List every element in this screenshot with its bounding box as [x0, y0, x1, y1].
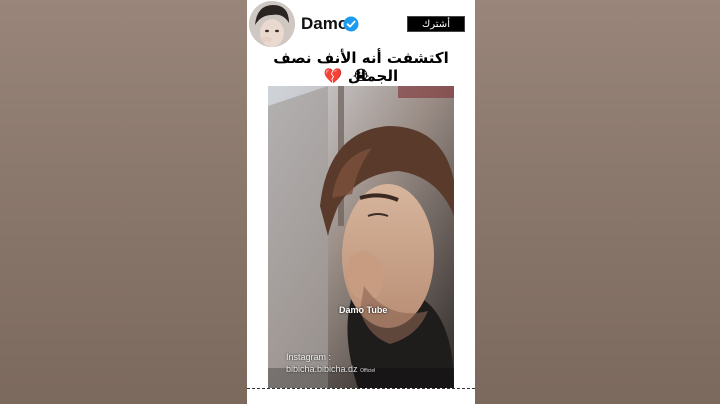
subscribe-button[interactable]: أشترك بالقناة	[407, 16, 465, 46]
instagram-handle-text: bibicha.bibicha.dz	[286, 364, 358, 374]
avatar[interactable]	[249, 1, 295, 47]
channel-name[interactable]: Damo	[301, 14, 348, 34]
crying-emoji: 😭	[352, 68, 370, 84]
blurred-background-left	[0, 0, 247, 404]
instagram-handle: bibicha.bibicha.dz Officiel	[286, 364, 375, 374]
video-still	[268, 86, 454, 388]
instagram-suffix: Officiel	[360, 368, 376, 374]
blurred-background-right	[475, 0, 720, 404]
divider	[247, 388, 475, 389]
video-watermark: Damo Tube	[339, 305, 388, 315]
video-frame[interactable]: Damo Tube Instagram : bibicha.bibicha.dz…	[268, 86, 454, 388]
instagram-label: Instagram :	[286, 352, 332, 362]
verified-badge-icon	[343, 16, 359, 32]
short-card: Damo أشترك بالقناة اكتشفت أنه الأنف نصف …	[247, 0, 475, 404]
